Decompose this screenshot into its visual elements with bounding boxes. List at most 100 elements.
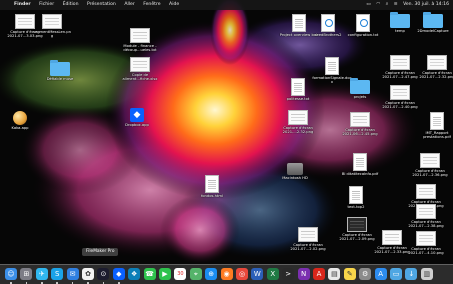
menu-aller[interactable]: Aller (124, 2, 134, 7)
screenshot-file-icon (416, 231, 436, 246)
desktop-icon-label: Kaka.app (11, 126, 29, 130)
dock-appstore-icon[interactable]: A (374, 268, 387, 280)
desktop-icon-dropbox[interactable]: ◆ Dropbox.app (117, 108, 157, 127)
desktop-icon-doc-blue[interactable]: configuration.txt (343, 14, 383, 37)
battery-icon[interactable]: ▭ (366, 2, 370, 7)
dock-safari-icon[interactable]: ⊕ (205, 268, 218, 280)
dock-finder-icon[interactable]: ☺ (5, 268, 17, 280)
desktop-icon-folder[interactable]: 2DmodelCapture (413, 11, 453, 33)
dock-maps-icon[interactable]: ⌖ (189, 268, 202, 280)
desktop-icon-doc[interactable]: politesse.txt (278, 78, 318, 101)
dock-photos-icon[interactable]: ✿ (82, 268, 94, 280)
dock-folder-downloads-icon[interactable]: ↓ (405, 268, 418, 280)
desktop-icon-shot[interactable]: Capture d'écran 2021-07...2.32.png (417, 55, 453, 80)
dock-acrobat-icon[interactable]: A (313, 268, 325, 280)
dock-trash-icon[interactable]: ▥ (420, 268, 433, 280)
dock-excel-icon[interactable]: X (266, 268, 279, 280)
desktop-icon-label: Bl ditatitecaInfo.pdf (341, 172, 379, 176)
desktop-icon-shot[interactable]: Capture d'écran 2021-...2.32.png (278, 110, 318, 135)
desktop-icon-label: Capture d'écran 2021-07...2.36.png (412, 169, 448, 178)
desktop-icon-doc[interactable]: IMT_Rapport prestations.pdf (417, 112, 453, 140)
menu-clock[interactable]: Ven. 30 juil. à 14:16 (403, 2, 449, 7)
dock-launchpad-icon[interactable]: ⊞ (20, 268, 33, 280)
menu-items: Finder Fichier Édition Présentation Alle… (14, 0, 186, 10)
desktop-icon-label: fondos.html (201, 194, 223, 198)
screenshot-file-icon (42, 14, 62, 29)
desktop-icon-shot[interactable]: Capture d'écran 2021-07...2.36.png (410, 153, 450, 178)
dock-preview-icon[interactable]: ▤ (328, 268, 341, 280)
menu-app-finder[interactable]: Finder (14, 2, 31, 7)
menu-fichier[interactable]: Fichier (39, 2, 54, 7)
control-center-icon[interactable]: ≡ (394, 2, 398, 7)
desktop-icon-folder[interactable]: projets (340, 77, 380, 99)
dock-onenote-icon[interactable]: N (297, 268, 310, 280)
desktop-icon-shot[interactable]: Capture d'écran 2021-07...2.02.png (288, 227, 328, 252)
document-icon (292, 14, 306, 32)
desktop-icon-shot-dark[interactable]: Capture d'écran 2021-07...2.09.png (337, 217, 377, 242)
dock-firefox-icon[interactable]: ◉ (220, 268, 233, 280)
desktop-icon-label: Capture d'écran 2021-07...2.09.png (339, 233, 375, 242)
desktop-icon-doc[interactable]: text-top2 (336, 186, 376, 209)
desktop-icon-label: politesse.txt (286, 97, 310, 101)
desktop-icon-label: Capture d'écran 2021-...2.32.png (282, 126, 314, 135)
dock-word-icon[interactable]: W (251, 268, 264, 280)
desktop-icon-shot[interactable]: Module - finance - découp...ueles.txt (120, 28, 160, 53)
document-icon (321, 14, 335, 32)
dock-preferences-icon[interactable]: ⚙ (359, 268, 372, 280)
menu-fenetre[interactable]: Fenêtre (143, 2, 160, 7)
status-area: ▭ ◠ ⌕ ≡ Ven. 30 juil. à 14:16 (362, 0, 449, 10)
document-icon (353, 153, 367, 171)
wifi-icon[interactable]: ◠ (376, 2, 380, 7)
desktop-icon-shot[interactable]: Capture d'écran 2021-07...4.10.png (406, 231, 446, 256)
dock-mail-icon[interactable]: ✉ (66, 268, 79, 280)
screenshot-file-icon (416, 184, 436, 199)
dock-facetime-icon[interactable]: ▶ (159, 268, 171, 280)
screenshot-file-icon (390, 85, 410, 100)
dock-chrome-icon[interactable]: ◎ (236, 268, 248, 280)
dock-dropbox-icon[interactable]: ◆ (112, 268, 125, 280)
dock-notes-icon[interactable]: ✎ (343, 268, 356, 280)
document-icon (349, 186, 363, 204)
hard-disk-icon (287, 163, 303, 175)
desktop-icon-label: Capture d'écran 2021-07...2.47.png (382, 71, 418, 80)
dock-mission-control-icon[interactable]: ✈ (35, 268, 48, 280)
screenshot-file-icon (288, 110, 308, 125)
desktop-icon-shot[interactable]: Capture d'écran 2021-07...2.47.png (380, 55, 420, 80)
desktop-icon-shot[interactable]: segmentMessLen.png (32, 14, 72, 39)
spotlight-icon[interactable]: ⌕ (386, 2, 389, 7)
desktop-icon-label: seedBrothers2 (314, 33, 342, 37)
desktop-icon-doc[interactable]: fondos.html (192, 175, 232, 198)
desktop-icon-gift[interactable]: Kaka.app (0, 111, 40, 130)
dock-skype-icon[interactable]: S (51, 268, 64, 280)
desktop-icon-shot[interactable]: Capture d'écran 2021-06...2.45.png (340, 112, 380, 137)
menu-edition[interactable]: Édition (63, 2, 79, 7)
dock-filemaker-icon[interactable]: ⊙ (97, 268, 110, 280)
dock-terminal-icon[interactable]: > (282, 268, 295, 280)
dock-tools-icon[interactable]: ❖ (128, 268, 141, 280)
menu-aide[interactable]: Aide (169, 2, 179, 7)
desktop-icon-label: Macintosh HD (282, 176, 308, 180)
desktop-icon-doc[interactable]: Bl ditatitecaInfo.pdf (340, 153, 380, 176)
document-icon (205, 175, 219, 193)
desktop-icon-label: projets (353, 95, 367, 99)
desktop-icon-label: Capture d'écran 2021-07...2.38.png (408, 220, 444, 229)
dropbox-icon: ◆ (130, 108, 144, 122)
desktop-icon-shot[interactable]: Copie de aliment...fiche.xlsx (120, 57, 160, 82)
desktop-icon-disk[interactable]: Macintosh HD (275, 163, 315, 180)
screenshot-file-icon (130, 57, 150, 72)
desktop-icon-shot[interactable]: Capture d'écran 2021-07...2.40.png (380, 85, 420, 110)
desktop-icon-label: Capture d'écran 2021-07...2.32.png (419, 71, 453, 80)
dock-calendar-icon[interactable]: 30 (174, 268, 187, 280)
screenshot-file-icon (350, 112, 370, 127)
dock-folder-docs-icon[interactable]: ▭ (390, 268, 402, 280)
folder-icon (423, 11, 443, 28)
desktop-icon-label: Défiable muse (46, 77, 74, 81)
desktop-icon-doc-blue[interactable]: seedBrothers2 (308, 14, 348, 37)
document-icon (356, 14, 370, 32)
desktop-icon-folder[interactable]: Défiable muse (40, 59, 80, 81)
desktop-icon-label: text-top2 (347, 205, 365, 209)
desktop-icon-shot[interactable]: Capture d'écran 2021-07...2.38.png (406, 204, 446, 229)
dock-messages-icon[interactable]: ☎ (143, 268, 156, 280)
folder-icon (390, 11, 410, 28)
menu-presentation[interactable]: Présentation (87, 2, 116, 7)
